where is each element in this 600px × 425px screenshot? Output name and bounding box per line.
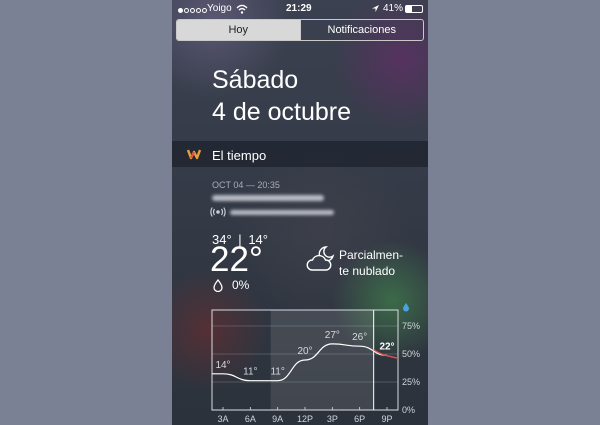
point-label: 11° <box>270 367 284 378</box>
right-axis-tick: 0% <box>402 405 415 415</box>
weather-underground-logo <box>186 149 202 160</box>
tab-hoy[interactable]: Hoy <box>177 20 300 40</box>
x-tick-label: 3P <box>327 414 338 424</box>
condition-line-1: Parcialmen- <box>339 248 404 262</box>
partly-cloudy-night-icon <box>306 246 335 271</box>
weather-condition: Parcialmen- te nublado <box>339 247 403 279</box>
widget-title: El tiempo <box>212 148 267 163</box>
point-label: 22° <box>379 341 394 352</box>
phone-screen: Yoigo 21:29 41% Hoy Notificaciones Sábad… <box>172 0 428 425</box>
raindrop-icon <box>213 279 223 292</box>
location-icon <box>372 5 379 12</box>
weekday-heading: Sábado <box>212 66 299 94</box>
right-axis-tick: 50% <box>402 349 420 359</box>
station-name-redacted <box>230 210 334 215</box>
point-label: 27° <box>325 330 340 341</box>
current-temperature: 22° <box>210 240 263 279</box>
signal-strength-icon <box>178 5 208 16</box>
condition-line-2: te nublado <box>339 264 396 278</box>
x-tick-label: 9A <box>272 414 283 424</box>
date-heading: 4 de octubre <box>212 98 351 126</box>
hourly-forecast-chart: 75% 50% 25% 0% 3A 6A 9A 12P 3P 6P 9P 14° 11° 11° 20° 27… <box>211 303 420 424</box>
radio-signal-icon <box>210 207 226 217</box>
x-tick-label: 12P <box>297 414 313 424</box>
point-label: 26° <box>352 332 367 343</box>
update-timestamp: OCT 04 — 20:35 <box>212 180 280 190</box>
x-tick-label: 3A <box>217 414 228 424</box>
carrier-name: Yoigo <box>207 3 232 14</box>
battery-icon <box>405 5 423 13</box>
precipitation-chance: 0% <box>232 278 250 292</box>
wifi-icon <box>236 4 248 14</box>
point-label: 11° <box>243 367 257 378</box>
raindrop-legend-icon <box>403 303 409 312</box>
segmented-control: Hoy Notificaciones <box>176 19 424 41</box>
point-label: 14° <box>215 360 230 371</box>
tab-notificaciones[interactable]: Notificaciones <box>299 20 424 40</box>
clock: 21:29 <box>286 3 312 14</box>
status-bar: Yoigo 21:29 41% <box>172 0 428 18</box>
location-name-redacted <box>212 195 324 201</box>
x-tick-label: 9P <box>381 414 392 424</box>
daylight-band <box>270 310 374 410</box>
x-tick-label: 6P <box>354 414 365 424</box>
right-axis-tick: 75% <box>402 321 420 331</box>
right-axis-tick: 25% <box>402 377 420 387</box>
point-label: 20° <box>297 346 312 357</box>
battery-percent: 41% <box>383 3 404 14</box>
x-tick-label: 6A <box>245 414 256 424</box>
widget-header[interactable] <box>172 141 428 167</box>
